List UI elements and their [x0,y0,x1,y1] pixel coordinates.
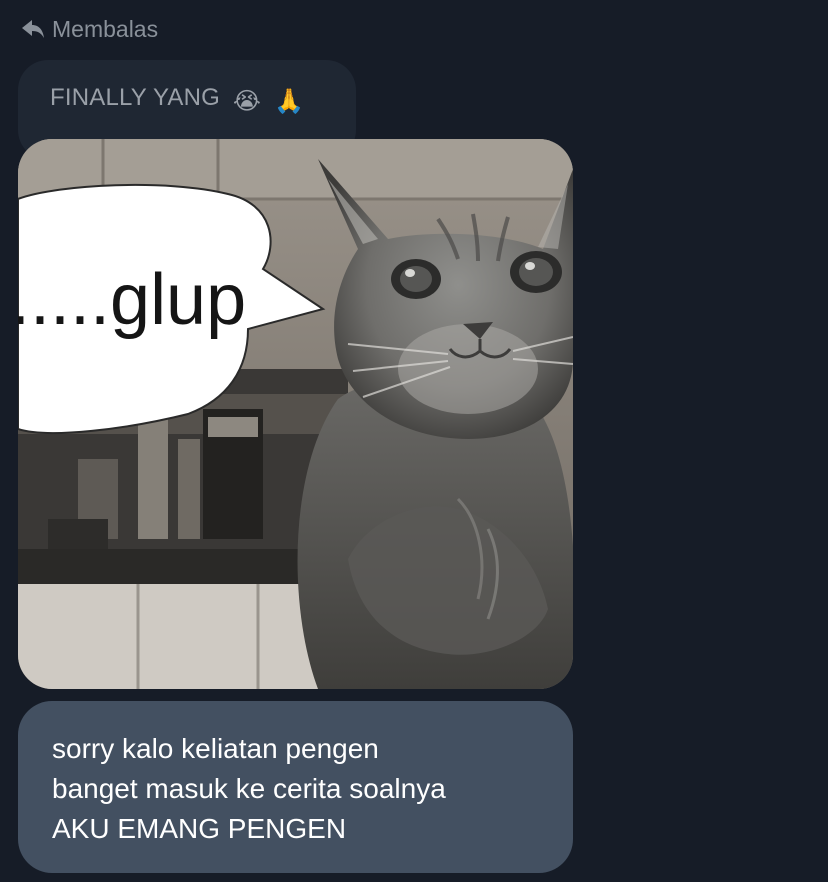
image-message[interactable]: .....glup [18,139,573,689]
reply-header: Membalas [20,14,158,44]
message-text: sorry kalo keliatan pengen banget masuk … [52,729,552,849]
message-line: AKU EMANG PENGEN [52,813,347,844]
crying-face-emoji: 😭 [232,88,262,115]
message-line: sorry kalo keliatan pengen [52,733,379,764]
message-line: banget masuk ke cerita soalnya [52,773,446,804]
folded-hands-emoji: 🙏 [274,88,305,115]
reply-label: Membalas [52,15,159,42]
cat-meme-image: .....glup [18,139,573,689]
reply-arrow-icon [20,16,46,42]
quoted-message-text: FINALLY YANG [50,84,221,111]
quoted-message: FINALLY YANG 😭 🙏 [50,84,304,116]
message-bubble[interactable]: sorry kalo keliatan pengen banget masuk … [18,701,573,873]
speech-bubble-text: .....glup [18,260,246,340]
